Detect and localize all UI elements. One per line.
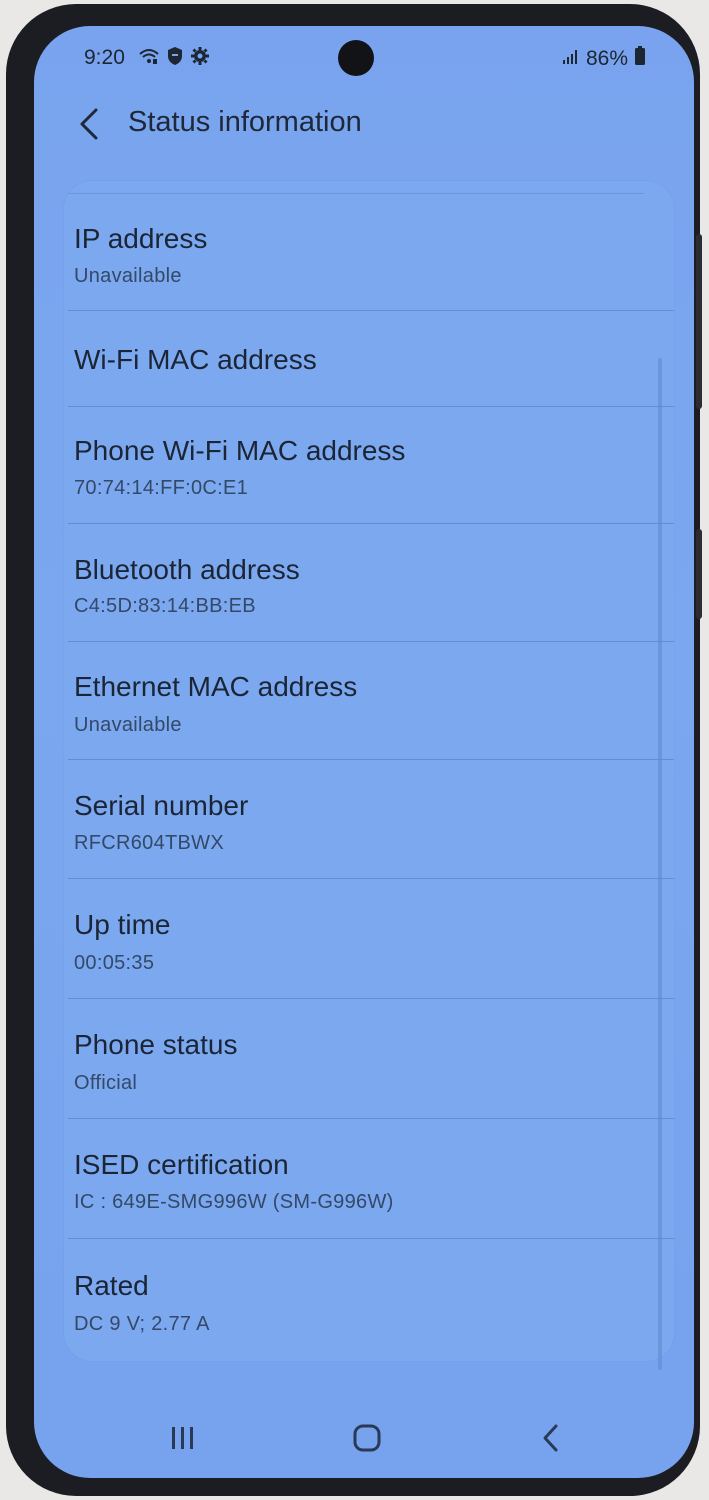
back-icon [543,1424,558,1452]
list-item-ised-certification[interactable]: ISED certification IC : 649E-SMG996W (SM… [64,1119,674,1239]
list-item-phone-status[interactable]: Phone status Official [64,999,674,1119]
list-item-bluetooth-address[interactable]: Bluetooth address C4:5D:83:14:BB:EB [64,524,674,642]
battery-icon [634,46,646,72]
phone-frame: 9:20 86% Status information IP address U… [6,4,702,1496]
wifi-calling-icon [138,46,160,72]
nav-back-button[interactable] [526,1418,576,1458]
list-item-serial-number[interactable]: Serial number RFCR604TBWX [64,760,674,879]
list-item-title: Rated [74,1270,149,1301]
shield-icon [166,46,184,72]
chevron-left-icon [80,108,98,140]
status-icons-left [138,46,210,72]
list-item-ethernet-mac-address[interactable]: Ethernet MAC address Unavailable [64,642,674,760]
list-item-value: Unavailable [74,265,182,287]
list-item-value: RFCR604TBWX [74,832,224,854]
list-item-title: Up time [74,909,171,940]
list-item-value: 00:05:35 [74,952,155,974]
list-item-title: IP address [74,223,208,254]
battery-percent: 86% [585,47,628,70]
app-bar: Status information [34,88,694,158]
status-bar: 9:20 86% [34,26,694,88]
screen: 9:20 86% Status information IP address U… [34,26,694,1478]
list-item-up-time[interactable]: Up time 00:05:35 [64,879,674,999]
power-button [696,529,702,619]
list-item-value: 70:74:14:FF:0C:E1 [74,477,249,499]
page-title: Status information [128,106,362,138]
home-button[interactable] [342,1418,392,1458]
list-item-title: Phone Wi-Fi MAC address [74,435,406,466]
home-icon [353,1424,381,1452]
back-button[interactable] [72,104,108,144]
list-item-title: Serial number [74,790,249,821]
status-list: IP address Unavailable Wi-Fi MAC address… [64,181,674,1361]
status-time: 9:20 [84,46,125,69]
list-item-value: DC 9 V; 2.77 A [74,1313,210,1335]
list-item-title: Bluetooth address [74,554,300,585]
navigation-bar [34,1396,694,1478]
list-item-value: Official [74,1072,138,1094]
recents-icon [172,1427,193,1449]
list-item-title: ISED certification [74,1149,289,1180]
signal-icon [562,47,580,71]
scrollbar[interactable] [658,358,662,1370]
list-item-rated[interactable]: Rated DC 9 V; 2.77 A [64,1239,674,1359]
gear-icon [190,46,210,72]
volume-button [696,234,702,409]
status-icons-right: 86% [562,46,646,72]
list-item-value: C4:5D:83:14:BB:EB [74,595,256,617]
list-item-title: Phone status [74,1029,238,1060]
list-item-title: Wi-Fi MAC address [74,344,317,375]
list-item-wifi-mac-address[interactable]: Wi-Fi MAC address [64,311,674,407]
recents-button[interactable] [158,1418,208,1458]
list-item-title: Ethernet MAC address [74,671,358,702]
list-item-ip-address[interactable]: IP address Unavailable [64,194,674,311]
list-item-phone-wifi-mac-address[interactable]: Phone Wi-Fi MAC address 70:74:14:FF:0C:E… [64,407,674,524]
list-item-value: Unavailable [74,714,182,736]
list-item-value: IC : 649E-SMG996W (SM-G996W) [74,1191,394,1213]
